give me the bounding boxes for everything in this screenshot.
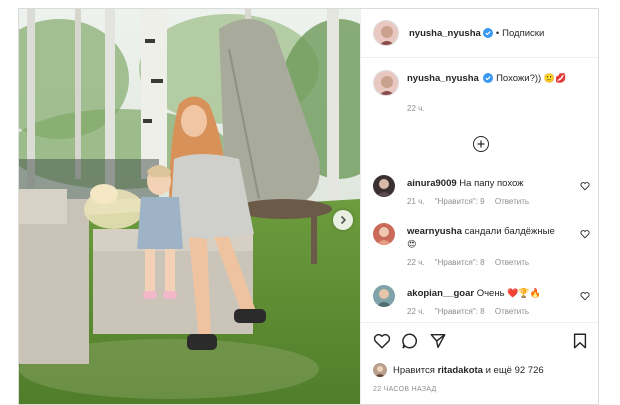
share-icon[interactable] (429, 332, 447, 350)
commenter-avatar[interactable] (373, 223, 395, 245)
heart-icon[interactable] (373, 332, 391, 350)
caption-body: Похожи?)) (496, 73, 542, 84)
comment-time[interactable]: 21 ч. (407, 197, 425, 206)
photo-illustration (19, 9, 360, 404)
caption-time: 22 ч. (407, 104, 433, 113)
post-header: nyusha_nyusha • Подписки (361, 9, 598, 58)
caption-username[interactable]: nyusha_nyusha (407, 73, 479, 84)
reply-button[interactable]: Ответить (495, 258, 529, 267)
caption-emoji: 🙂💋 (543, 74, 567, 84)
caption-time-text[interactable]: 22 ч. (407, 104, 425, 113)
comment-text: wearnyusha сандали балдёжные 😍 (407, 225, 575, 252)
comment-icon[interactable] (401, 332, 419, 350)
comment-meta: 21 ч. "Нравится": 9 Ответить (407, 197, 537, 206)
heart-icon[interactable] (580, 229, 590, 239)
comment-time[interactable]: 22 ч. (407, 258, 425, 267)
post-sidebar: nyusha_nyusha • Подписки nyusha_nyusha П… (360, 9, 598, 404)
instagram-post-modal: nyusha_nyusha • Подписки nyusha_nyusha П… (18, 8, 599, 405)
next-photo-button[interactable] (333, 210, 353, 230)
chevron-right-icon (340, 215, 347, 225)
heart-icon[interactable] (580, 291, 590, 301)
comment-likes[interactable]: "Нравится": 9 (435, 197, 485, 206)
commenter-avatar[interactable] (373, 285, 395, 307)
comment-body: Очень (476, 288, 505, 299)
comment-meta: 22 ч. "Нравится": 8 Ответить (407, 307, 537, 316)
author-avatar[interactable] (373, 20, 399, 46)
comment-text: ainura9009 На папу похож (407, 177, 575, 190)
reply-button[interactable]: Ответить (495, 307, 529, 316)
separator-dot: • (495, 27, 500, 39)
author-username[interactable]: nyusha_nyusha (409, 28, 481, 39)
bookmark-icon[interactable] (571, 332, 589, 350)
caption-text: nyusha_nyusha Похожи?)) 🙂💋 (407, 72, 575, 86)
reply-button[interactable]: Ответить (495, 197, 529, 206)
following-button[interactable]: Подписки (502, 28, 544, 39)
comments-section: nyusha_nyusha Похожи?)) 🙂💋 22 ч. ainura9… (361, 57, 598, 322)
commenter-username[interactable]: wearnyusha (407, 226, 462, 237)
comment-emoji: 😍 (407, 240, 417, 250)
load-more-comments-button[interactable] (473, 136, 489, 152)
post-actions: Нравится ritadakota и ещё 92 726 22 ЧАСО… (361, 322, 598, 404)
comment-time[interactable]: 22 ч. (407, 307, 425, 316)
post-timestamp[interactable]: 22 ЧАСОВ НАЗАД (373, 386, 437, 393)
comment-body: На папу похож (459, 178, 524, 189)
comment-emoji: ❤️🏆🔥 (507, 289, 541, 299)
heart-icon[interactable] (580, 181, 590, 191)
author-avatar[interactable] (373, 70, 399, 96)
commenter-username[interactable]: ainura9009 (407, 178, 457, 189)
likes-count[interactable]: и ещё 92 726 (486, 365, 544, 376)
commenter-username[interactable]: akopian__goar (407, 288, 474, 299)
commenter-avatar[interactable] (373, 175, 395, 197)
post-photo (19, 9, 360, 404)
verified-badge-icon (482, 28, 493, 38)
plus-circle-icon (477, 140, 485, 148)
comment-text: akopian__goar Очень ❤️🏆🔥 (407, 287, 575, 301)
comment-meta: 22 ч. "Нравится": 8 Ответить (407, 258, 537, 267)
liker-avatar[interactable] (373, 363, 387, 377)
comment-likes[interactable]: "Нравится": 8 (435, 258, 485, 267)
verified-badge-icon (483, 73, 494, 84)
likes-line: Нравится ritadakota и ещё 92 726 (373, 363, 544, 377)
comment-body: сандали балдёжные (464, 226, 555, 237)
comment-likes[interactable]: "Нравится": 8 (435, 307, 485, 316)
liker-username[interactable]: ritadakota (438, 365, 483, 376)
likes-prefix: Нравится (393, 364, 435, 376)
